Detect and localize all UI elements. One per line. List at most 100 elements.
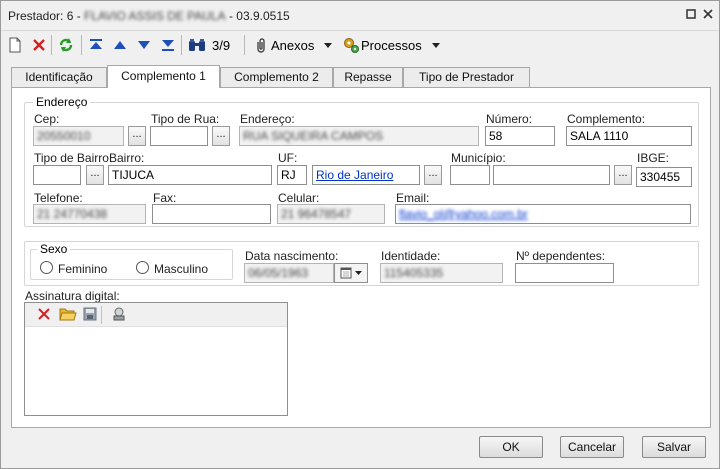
tipo-rua-lookup-button[interactable]: ... <box>212 126 230 146</box>
tipo-rua-label: Tipo de Rua: <box>151 112 220 126</box>
cep-lookup-button[interactable]: ... <box>128 126 146 146</box>
endereco-label: Endereço: <box>240 112 295 126</box>
anexos-dropdown-arrow-icon <box>324 38 333 52</box>
title-bar: Prestador: 6 - FLAVIO ASSIS DE PAULA - 0… <box>1 1 719 31</box>
endereco-field[interactable]: RUA SIQUEIRA CAMPOS <box>239 126 479 146</box>
next-record-icon[interactable] <box>134 35 154 55</box>
tab-repasse[interactable]: Repasse <box>333 67 403 87</box>
data-nascimento-field[interactable]: 06/05/1963 <box>244 263 334 283</box>
save-disk-icon[interactable] <box>83 307 97 324</box>
masculino-label: Masculino <box>154 262 209 276</box>
complemento-label: Complemento: <box>567 112 646 126</box>
data-nascimento-value: 06/05/1963 <box>248 266 309 280</box>
municipio-lookup-button[interactable]: ... <box>614 165 632 185</box>
bairro-label: Bairro: <box>109 151 145 165</box>
identidade-field[interactable]: 115405335 <box>380 263 503 283</box>
tab-complemento-1[interactable]: Complemento 1 <box>107 65 220 88</box>
celular-field[interactable]: 21 96478547 <box>277 204 385 224</box>
feminino-radio[interactable] <box>40 261 53 274</box>
email-value[interactable]: flavio_ol@yahoo.com.br <box>399 205 528 223</box>
uf-city-field[interactable]: Rio de Janeiro <box>312 165 420 185</box>
telefone-label: Telefone: <box>34 191 83 205</box>
tab-tipo-de-prestador[interactable]: Tipo de Prestador <box>403 67 530 87</box>
calendar-dropdown-button[interactable] <box>334 263 368 283</box>
paperclip-icon <box>251 35 271 55</box>
last-record-icon[interactable] <box>158 35 178 55</box>
delete-icon[interactable] <box>29 35 49 55</box>
signature-toolbar-separator <box>101 306 102 324</box>
main-toolbar: 3/9 Anexos Processos <box>1 31 719 59</box>
data-nascimento-label: Data nascimento: <box>245 249 339 263</box>
restore-icon[interactable] <box>684 8 698 22</box>
cep-value: 20550010 <box>37 129 91 143</box>
gears-icon <box>341 35 361 55</box>
title-name: FLAVIO ASSIS DE PAULA <box>84 9 226 23</box>
cep-label: Cep: <box>34 112 60 126</box>
salvar-button[interactable]: Salvar <box>642 436 706 458</box>
first-record-icon[interactable] <box>86 35 106 55</box>
uf-label: UF: <box>278 151 298 165</box>
tab-identificacao[interactable]: Identificação <box>11 67 107 87</box>
municipio-name-field[interactable] <box>493 165 610 185</box>
numero-label: Número: <box>486 112 533 126</box>
uf-lookup-button[interactable]: ... <box>424 165 442 185</box>
endereco-legend: Endereço <box>33 95 91 109</box>
municipio-label: Município: <box>451 151 506 165</box>
ibge-label: IBGE: <box>637 151 670 165</box>
tipo-bairro-field[interactable] <box>33 165 81 185</box>
assinatura-toolbar <box>25 303 287 327</box>
uf-city-link[interactable]: Rio de Janeiro <box>316 168 393 182</box>
toolbar-separator <box>81 35 82 55</box>
toolbar-separator <box>51 35 52 55</box>
dependentes-field[interactable] <box>515 263 614 283</box>
tab-complemento-2[interactable]: Complemento 2 <box>220 67 333 87</box>
cep-field[interactable]: 20550010 <box>33 126 124 146</box>
telefone-field[interactable]: 21 24770438 <box>33 204 146 224</box>
celular-label: Celular: <box>278 191 320 205</box>
prestador-window: Prestador: 6 - FLAVIO ASSIS DE PAULA - 0… <box>0 0 720 469</box>
cancelar-button[interactable]: Cancelar <box>560 436 624 458</box>
identidade-value: 115405335 <box>384 266 444 280</box>
feminino-label: Feminino <box>58 262 108 276</box>
tipo-rua-field[interactable] <box>150 126 208 146</box>
signature-scanner-icon[interactable] <box>111 306 127 325</box>
tipo-bairro-label: Tipo de Bairro: <box>34 151 113 165</box>
anexos-label: Anexos <box>271 37 315 53</box>
complemento-field[interactable]: SALA 1110 <box>566 126 692 146</box>
processos-dropdown-arrow-icon <box>431 38 440 52</box>
window-title: Prestador: 6 - FLAVIO ASSIS DE PAULA - 0… <box>8 9 290 23</box>
uf-field[interactable]: RJ <box>277 165 307 185</box>
previous-record-icon[interactable] <box>110 35 130 55</box>
processos-menu-button[interactable]: Processos <box>341 35 440 55</box>
ibge-field[interactable]: 330455 <box>636 167 692 187</box>
tipo-bairro-lookup-button[interactable]: ... <box>86 165 104 185</box>
close-icon[interactable] <box>701 8 715 22</box>
refresh-icon[interactable] <box>56 35 76 55</box>
telefone-value: 21 24770438 <box>37 207 108 221</box>
masculino-radio[interactable] <box>136 261 149 274</box>
sexo-legend: Sexo <box>37 242 71 256</box>
anexos-menu-button[interactable]: Anexos <box>251 35 333 55</box>
fax-field[interactable] <box>152 204 271 224</box>
dependentes-label: Nº dependentes: <box>516 249 606 263</box>
processos-label: Processos <box>361 37 422 53</box>
title-suffix: - 03.9.0515 <box>225 9 290 23</box>
search-binoculars-icon[interactable] <box>187 35 207 55</box>
ok-button[interactable]: OK <box>479 436 543 458</box>
identidade-label: Identidade: <box>381 249 441 263</box>
toolbar-separator <box>181 35 182 55</box>
numero-field[interactable]: 58 <box>485 126 555 146</box>
endereco-value: RUA SIQUEIRA CAMPOS <box>243 129 384 143</box>
municipio-code-field[interactable] <box>450 165 490 185</box>
bairro-field[interactable]: TIJUCA <box>108 165 272 185</box>
signature-delete-icon[interactable] <box>37 307 51 324</box>
tab-panel-complemento-1: Endereço Cep: 20550010 ... Tipo de Rua: … <box>11 87 711 428</box>
assinatura-label: Assinatura digital: <box>25 289 120 303</box>
email-field[interactable]: flavio_ol@yahoo.com.br <box>395 204 691 224</box>
fax-label: Fax: <box>153 191 177 205</box>
toolbar-separator <box>244 35 245 55</box>
title-prefix: Prestador: 6 - <box>8 9 85 23</box>
open-folder-icon[interactable] <box>59 306 77 325</box>
new-document-icon[interactable] <box>5 35 25 55</box>
assinatura-box[interactable] <box>24 302 288 416</box>
